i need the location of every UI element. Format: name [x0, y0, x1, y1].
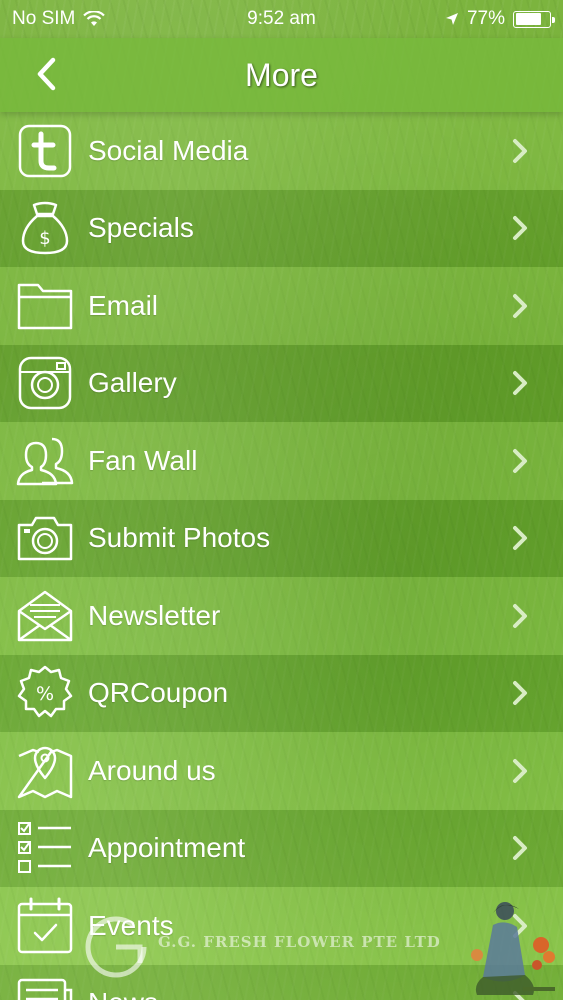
carrier-label: No SIM — [12, 8, 76, 29]
menu-item-label: Submit Photos — [88, 522, 271, 554]
menu-item-gallery[interactable]: Gallery — [0, 344, 563, 422]
svg-text:$: $ — [39, 228, 50, 249]
chevron-right-icon — [513, 526, 527, 551]
chevron-right-icon — [513, 138, 527, 163]
menu-item-label: Around us — [88, 754, 216, 786]
money-bag-icon: $ — [15, 198, 75, 258]
menu-item-label: News — [88, 987, 158, 1000]
page-title: More — [245, 56, 318, 93]
checklist-icon — [15, 818, 75, 878]
menu-item-label: Social Media — [88, 134, 249, 166]
chevron-right-icon — [513, 603, 527, 628]
chevron-right-icon — [513, 913, 527, 938]
chevron-right-icon — [513, 448, 527, 473]
map-pin-icon — [15, 741, 75, 801]
users-icon — [15, 431, 75, 491]
newspaper-icon — [15, 973, 75, 1000]
menu-item-appointment[interactable]: Appointment — [0, 809, 563, 887]
menu-item-label: Appointment — [88, 832, 246, 864]
envelope-icon — [15, 586, 75, 646]
chevron-right-icon — [513, 836, 527, 861]
chevron-right-icon — [513, 991, 525, 1000]
menu-item-label: Gallery — [88, 367, 177, 399]
menu-item-events[interactable]: Events — [0, 887, 563, 965]
folder-icon — [15, 276, 75, 336]
navigation-bar: More — [0, 38, 563, 112]
menu-item-email[interactable]: Email — [0, 267, 563, 345]
menu-list: Social Media $ Specials Email Gallery Fa… — [0, 112, 563, 1000]
svg-text:%: % — [36, 683, 54, 705]
menu-item-specials[interactable]: $ Specials — [0, 189, 563, 267]
wifi-icon — [83, 11, 106, 26]
menu-item-label: QRCoupon — [88, 677, 229, 709]
chevron-right-icon — [513, 681, 527, 706]
instagram-camera-icon — [15, 353, 75, 413]
status-bar: No SIM 9:52 am 77% — [0, 0, 563, 38]
menu-item-submit-photos[interactable]: Submit Photos — [0, 499, 563, 577]
calendar-check-icon — [15, 896, 75, 956]
chevron-right-icon — [513, 758, 527, 783]
battery-percent: 77% — [466, 8, 505, 29]
chevron-right-icon — [513, 293, 527, 318]
menu-item-social-media[interactable]: Social Media — [0, 112, 563, 190]
tumblr-icon — [15, 121, 75, 181]
menu-item-label: Fan Wall — [88, 444, 198, 476]
chevron-right-icon — [513, 216, 527, 241]
battery-fill — [515, 13, 541, 25]
menu-item-around-us[interactable]: Around us — [0, 732, 563, 810]
location-arrow-icon — [445, 13, 458, 25]
menu-item-label: Events — [88, 909, 174, 941]
camera-icon — [15, 508, 75, 568]
status-left: No SIM — [12, 8, 106, 30]
back-button[interactable] — [24, 52, 68, 96]
percent-badge-icon: % — [15, 663, 75, 723]
menu-item-newsletter[interactable]: Newsletter — [0, 577, 563, 655]
menu-item-label: Email — [88, 289, 159, 321]
menu-item-news[interactable]: News — [0, 964, 563, 1000]
menu-item-fan-wall[interactable]: Fan Wall — [0, 422, 563, 500]
chevron-right-icon — [513, 371, 527, 396]
chevron-left-icon — [37, 57, 56, 91]
status-right: 77% — [445, 8, 555, 30]
menu-item-label: Newsletter — [88, 599, 221, 631]
menu-item-qrcoupon[interactable]: % QRCoupon — [0, 654, 563, 732]
menu-item-label: Specials — [88, 212, 194, 244]
battery-icon — [513, 10, 555, 28]
